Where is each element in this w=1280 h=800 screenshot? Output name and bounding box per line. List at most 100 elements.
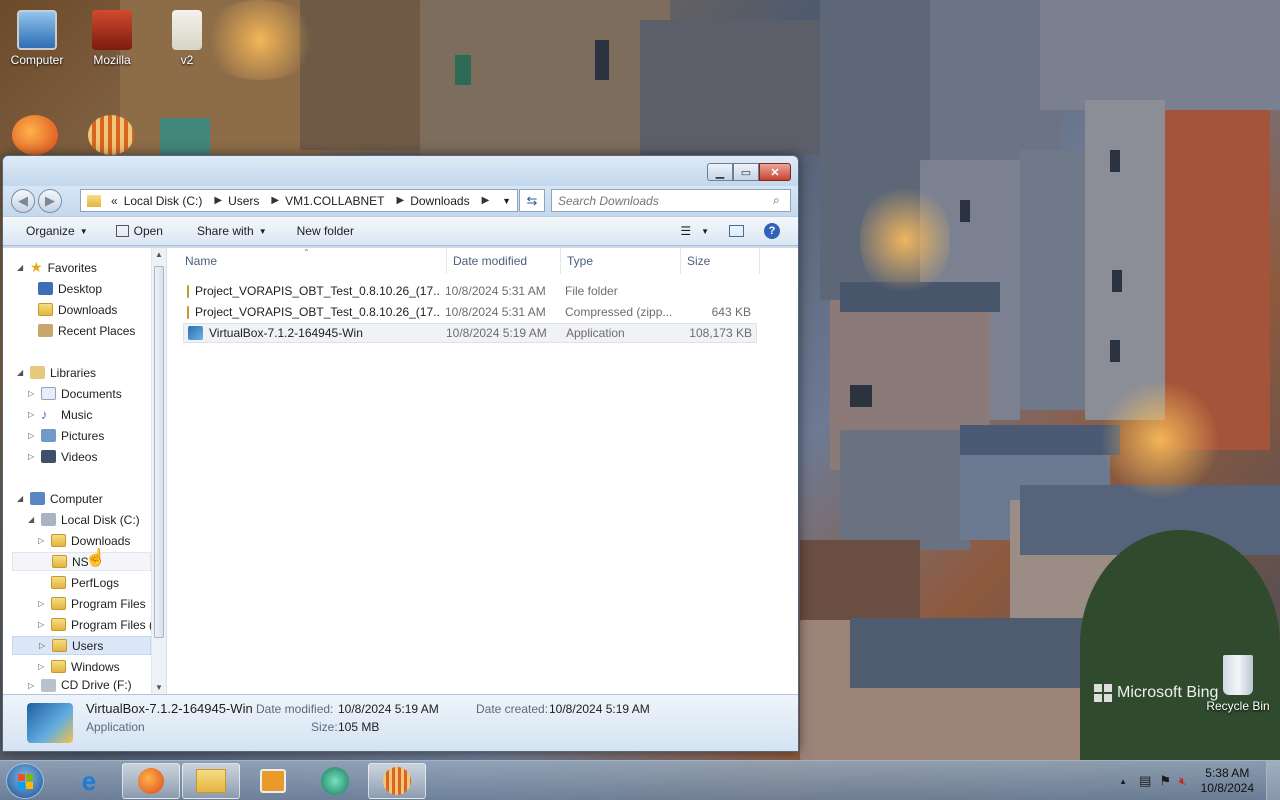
- title-bar[interactable]: ▁ ▭ ✕: [3, 156, 798, 186]
- nav-desktop[interactable]: Desktop: [38, 279, 102, 298]
- breadcrumb-arrow-icon[interactable]: ▶: [482, 195, 490, 206]
- collapsed-arrow-icon[interactable]: ▷: [39, 641, 47, 650]
- nav-program-files[interactable]: ▷ Program Files: [38, 594, 146, 613]
- breadcrumb-users[interactable]: Users: [228, 194, 259, 208]
- folder-icon: [87, 194, 101, 207]
- orange-sphere-app-icon[interactable]: [88, 115, 134, 155]
- expanded-arrow-icon[interactable]: ◢: [17, 368, 25, 377]
- maximize-button[interactable]: ▭: [733, 163, 759, 181]
- nav-cd-drive[interactable]: ▷ CD Drive (F:): [28, 678, 132, 692]
- share-with-button[interactable]: Share with ▼: [173, 217, 277, 245]
- address-dropdown-icon[interactable]: ▼: [502, 196, 511, 206]
- forward-button[interactable]: ▶: [38, 189, 62, 213]
- column-header-date-modified[interactable]: Date modified: [446, 248, 527, 274]
- taskbar-app[interactable]: [306, 763, 364, 799]
- scrollbar-thumb[interactable]: [154, 266, 164, 638]
- collapsed-arrow-icon[interactable]: ▷: [38, 620, 46, 629]
- help-button[interactable]: ?: [754, 217, 798, 245]
- desktop-icon: [38, 282, 53, 295]
- scroll-up-icon[interactable]: ▲: [155, 250, 163, 259]
- new-folder-button[interactable]: New folder: [277, 217, 364, 245]
- expanded-arrow-icon[interactable]: ◢: [17, 263, 25, 272]
- minimize-button[interactable]: ▁: [707, 163, 733, 181]
- taskbar-media-player[interactable]: [244, 763, 302, 799]
- organize-button[interactable]: Organize ▼: [3, 217, 98, 245]
- collapsed-arrow-icon[interactable]: ▷: [38, 662, 46, 671]
- desktop-icon-computer[interactable]: Computer: [5, 10, 69, 67]
- nav-users[interactable]: ▷ Users: [12, 636, 151, 655]
- collapsed-arrow-icon[interactable]: ▷: [28, 431, 36, 440]
- close-button[interactable]: ✕: [759, 163, 791, 181]
- preview-pane-button[interactable]: [719, 217, 754, 245]
- downloads-icon: [38, 303, 53, 316]
- scroll-down-icon[interactable]: ▼: [155, 683, 163, 692]
- nav-downloads[interactable]: Downloads: [38, 300, 117, 319]
- file-list: Name ⌃ Date modified Type Size Project_V…: [167, 248, 798, 694]
- desktop-icon-v2[interactable]: v2: [155, 10, 219, 67]
- nav-perflogs[interactable]: PerfLogs: [38, 573, 119, 592]
- start-button[interactable]: [6, 763, 44, 799]
- nav-music[interactable]: ▷ ♪ Music: [28, 405, 92, 424]
- column-header-name[interactable]: Name: [185, 248, 217, 274]
- action-center-flag-icon[interactable]: ⚑: [1159, 773, 1171, 789]
- firefox-icon[interactable]: [12, 115, 58, 155]
- desktop-icon-mozilla[interactable]: Mozilla: [80, 10, 144, 67]
- expanded-arrow-icon[interactable]: ◢: [28, 515, 36, 524]
- collapsed-arrow-icon[interactable]: ▷: [38, 536, 46, 545]
- nav-favorites[interactable]: ◢ ★ Favorites: [17, 258, 97, 277]
- nav-label: Recent Places: [58, 323, 136, 338]
- clock[interactable]: 5:38 AM 10/8/2024: [1201, 766, 1254, 796]
- volume-muted-icon[interactable]: 🔇︎: [1179, 774, 1187, 789]
- nav-program-files-x86[interactable]: ▷ Program Files (: [38, 615, 153, 634]
- breadcrumb-arrow-icon[interactable]: ▶: [271, 195, 279, 206]
- collapsed-arrow-icon[interactable]: ▷: [38, 599, 46, 608]
- windows-logo-icon: [17, 773, 33, 789]
- nav-scrollbar[interactable]: ▲ ▼: [151, 248, 166, 694]
- collapsed-arrow-icon[interactable]: ▷: [28, 452, 36, 461]
- firefox-icon: [138, 768, 164, 794]
- show-hidden-icons-icon[interactable]: ▲: [1119, 777, 1127, 786]
- forward-arrow-icon: ▶: [45, 193, 55, 208]
- expanded-arrow-icon[interactable]: ◢: [17, 494, 25, 503]
- search-icon[interactable]: ⌕: [773, 193, 780, 208]
- nav-local-disk[interactable]: ◢ Local Disk (C:): [28, 510, 140, 529]
- breadcrumb-downloads[interactable]: Downloads: [410, 194, 469, 208]
- nav-videos[interactable]: ▷ Videos: [28, 447, 97, 466]
- file-row-selected[interactable]: VirtualBox-7.1.2-164945-Win 10/8/2024 5:…: [183, 323, 757, 343]
- address-overflow[interactable]: «: [111, 194, 118, 208]
- nav-recent-places[interactable]: Recent Places: [38, 321, 135, 340]
- taskbar-firefox[interactable]: [122, 763, 180, 799]
- taskbar-internet-explorer[interactable]: e: [60, 763, 118, 799]
- column-header-type[interactable]: Type: [560, 248, 593, 274]
- back-button[interactable]: ◀: [11, 189, 35, 213]
- change-view-button[interactable]: ☰ ▼: [670, 217, 719, 245]
- breadcrumb-arrow-icon[interactable]: ▶: [397, 195, 405, 206]
- app-icon: [321, 767, 349, 795]
- network-icon[interactable]: ▤: [1139, 773, 1151, 789]
- search-input[interactable]: [551, 189, 791, 212]
- recycle-bin-icon: [1223, 655, 1253, 695]
- nav-windows[interactable]: ▷ Windows: [38, 657, 120, 676]
- file-row[interactable]: Project_VORAPIS_OBT_Test_0.8.10.26_(17..…: [183, 281, 757, 301]
- breadcrumb-vm1-collabnet[interactable]: VM1.COLLABNET: [285, 194, 384, 208]
- taskbar-orange-app[interactable]: [368, 763, 426, 799]
- nav-computer[interactable]: ◢ Computer: [17, 489, 103, 508]
- nav-documents[interactable]: ▷ Documents: [28, 384, 122, 403]
- nav-libraries[interactable]: ◢ Libraries: [17, 363, 96, 382]
- collapsed-arrow-icon[interactable]: ▷: [28, 389, 36, 398]
- open-button[interactable]: Open: [98, 217, 173, 245]
- nav-ns[interactable]: NS: [12, 552, 151, 571]
- breadcrumb-arrow-icon[interactable]: ▶: [214, 195, 222, 206]
- show-desktop-button[interactable]: [1266, 761, 1280, 800]
- explorer-window[interactable]: ▁ ▭ ✕ ◀ ▶ « Local Disk (C:) ▶ Users ▶ VM1.…: [2, 155, 799, 752]
- collapsed-arrow-icon[interactable]: ▷: [28, 681, 36, 690]
- column-header-size[interactable]: Size: [680, 248, 760, 274]
- nav-pictures[interactable]: ▷ Pictures: [28, 426, 104, 445]
- address-bar[interactable]: « Local Disk (C:) ▶ Users ▶ VM1.COLLABNET ▶…: [80, 189, 518, 212]
- breadcrumb-local-disk[interactable]: Local Disk (C:): [124, 194, 203, 208]
- collapsed-arrow-icon[interactable]: ▷: [28, 410, 36, 419]
- file-row[interactable]: Project_VORAPIS_OBT_Test_0.8.10.26_(17..…: [183, 302, 757, 322]
- app-icon[interactable]: [160, 118, 210, 155]
- taskbar-windows-explorer[interactable]: [182, 763, 240, 799]
- refresh-button[interactable]: ⇆: [519, 189, 545, 212]
